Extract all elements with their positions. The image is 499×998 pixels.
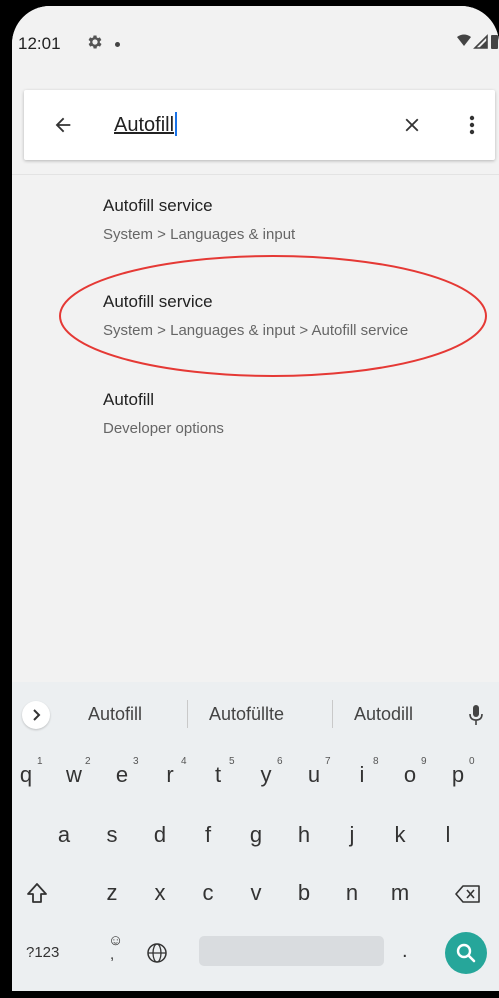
- device-frame: 12:01 Autofill Autofill service System >…: [0, 0, 499, 998]
- text-cursor: [175, 112, 178, 136]
- key-c[interactable]: c: [190, 880, 226, 906]
- header-divider: [12, 174, 499, 175]
- space-bar[interactable]: [199, 936, 384, 966]
- result-title: Autofill: [103, 390, 155, 409]
- screen: 12:01 Autofill Autofill service System >…: [12, 6, 499, 991]
- key-m[interactable]: m: [382, 880, 418, 906]
- key-hint: 7: [325, 756, 331, 767]
- suggestion-3[interactable]: Autodill: [354, 704, 413, 725]
- shift-icon[interactable]: [26, 882, 48, 904]
- key-hint: 0: [469, 756, 475, 767]
- keyboard: Autofill Autofüllte Autodill q 1 w 2 e 3: [12, 682, 499, 991]
- suggestion-bar: Autofill Autofüllte Autodill: [12, 682, 499, 744]
- status-time: 12:01: [18, 34, 61, 53]
- key-k[interactable]: k: [382, 822, 418, 848]
- key-hint: 2: [85, 756, 91, 767]
- key-l[interactable]: l: [430, 822, 466, 848]
- key-hint: 9: [421, 756, 427, 767]
- keyboard-row-1: q 1 w 2 e 3 r 4 t 5 y 6 u 7 i 8 o 9 p 0: [12, 744, 499, 802]
- key-h[interactable]: h: [286, 822, 322, 848]
- search-results: Autofill service System > Languages & in…: [12, 176, 499, 682]
- wifi-signal-battery-icon: [457, 34, 498, 49]
- result-title: Autofill service: [103, 196, 213, 215]
- highlight-ellipse: [59, 255, 487, 377]
- result-item-1[interactable]: Autofill service System > Languages & in…: [103, 196, 493, 243]
- key-x[interactable]: x: [142, 880, 178, 906]
- key-v[interactable]: v: [238, 880, 274, 906]
- key-f[interactable]: f: [190, 822, 226, 848]
- clear-icon[interactable]: [401, 114, 423, 136]
- more-options-icon[interactable]: [467, 114, 477, 136]
- key-hint: 8: [373, 756, 379, 767]
- keyboard-row-2: a s d f g h j k l: [12, 802, 499, 860]
- status-bar: 12:01: [12, 6, 499, 76]
- key-b[interactable]: b: [286, 880, 322, 906]
- key-n[interactable]: n: [334, 880, 370, 906]
- key-period[interactable]: .: [402, 940, 408, 963]
- backspace-icon[interactable]: [455, 884, 481, 904]
- settings-gear-icon: [88, 35, 102, 49]
- key-hint: 4: [181, 756, 187, 767]
- key-d[interactable]: d: [142, 822, 178, 848]
- symbols-key[interactable]: ?123: [26, 944, 59, 961]
- key-comma[interactable]: ,: [110, 946, 114, 963]
- result-subtitle: Developer options: [103, 420, 224, 437]
- key-j[interactable]: j: [334, 822, 370, 848]
- search-go-button[interactable]: [445, 932, 487, 974]
- key-hint: 3: [133, 756, 139, 767]
- chevron-right-icon: [33, 709, 41, 721]
- key-z[interactable]: z: [94, 880, 130, 906]
- globe-icon[interactable]: [146, 942, 168, 964]
- key-hint: 5: [229, 756, 235, 767]
- keyboard-row-3: z x c v b n m: [12, 860, 499, 918]
- suggestion-2[interactable]: Autofüllte: [209, 704, 284, 725]
- search-icon: [456, 943, 476, 963]
- microphone-icon[interactable]: [468, 704, 484, 726]
- key-g[interactable]: g: [238, 822, 274, 848]
- key-s[interactable]: s: [94, 822, 130, 848]
- key-a[interactable]: a: [46, 822, 82, 848]
- result-subtitle: System > Languages & input: [103, 226, 296, 243]
- result-item-3[interactable]: Autofill Developer options: [103, 390, 493, 437]
- expand-suggestions-button[interactable]: [22, 701, 50, 729]
- search-input[interactable]: Autofill: [114, 112, 178, 137]
- back-arrow-icon[interactable]: [52, 114, 74, 136]
- search-query-text: Autofill: [114, 114, 175, 136]
- keyboard-row-4: ?123 ☺ , .: [12, 920, 499, 978]
- suggestion-separator: [332, 700, 333, 728]
- key-hint: 6: [277, 756, 283, 767]
- notification-dot-icon: [115, 42, 120, 47]
- search-bar: Autofill: [24, 90, 495, 160]
- suggestion-1[interactable]: Autofill: [88, 704, 142, 725]
- suggestion-separator: [187, 700, 188, 728]
- key-hint: 1: [37, 756, 43, 767]
